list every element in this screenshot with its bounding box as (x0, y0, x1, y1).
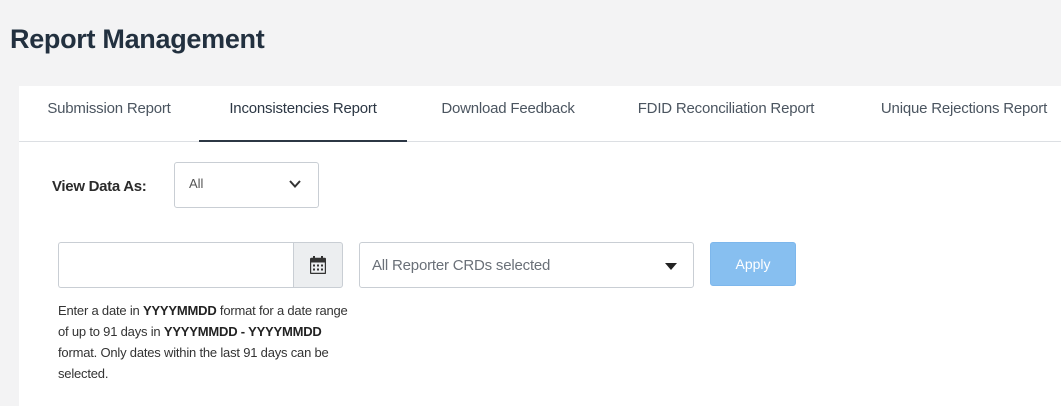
help-text-part: Enter a date in (58, 303, 143, 318)
reporter-crd-select[interactable]: All Reporter CRDs selected (359, 242, 694, 288)
caret-down-icon (665, 263, 677, 270)
help-format-range-bold: YYYYMMDD - YYYYMMDD (163, 324, 322, 339)
tab-fdid-reconciliation-report[interactable]: FDID Reconciliation Report (613, 86, 839, 142)
tab-submission-report[interactable]: Submission Report (19, 86, 199, 142)
chevron-down-icon (289, 180, 301, 188)
view-data-select[interactable]: All (174, 162, 319, 208)
help-format-bold: YYYYMMDD (142, 303, 217, 318)
left-gutter (0, 86, 19, 406)
help-text-part: format. Only dates within the last 91 da… (58, 345, 329, 381)
calendar-button[interactable] (293, 242, 343, 288)
tab-download-feedback[interactable]: Download Feedback (411, 86, 605, 142)
view-data-label: View Data As: (52, 178, 147, 195)
reporter-crd-value: All Reporter CRDs selected (372, 257, 551, 274)
date-range-input[interactable] (58, 242, 294, 288)
report-tabs: Submission Report Inconsistencies Report… (19, 86, 1061, 142)
view-data-value: All (189, 176, 204, 191)
calendar-icon (310, 256, 326, 274)
apply-button[interactable]: Apply (710, 242, 796, 286)
tab-inconsistencies-report[interactable]: Inconsistencies Report (199, 86, 407, 142)
tab-unique-rejections-report[interactable]: Unique Rejections Report (859, 86, 1061, 142)
page-title: Report Management (10, 24, 265, 54)
date-format-help-text: Enter a date in YYYYMMDD format for a da… (58, 300, 348, 384)
